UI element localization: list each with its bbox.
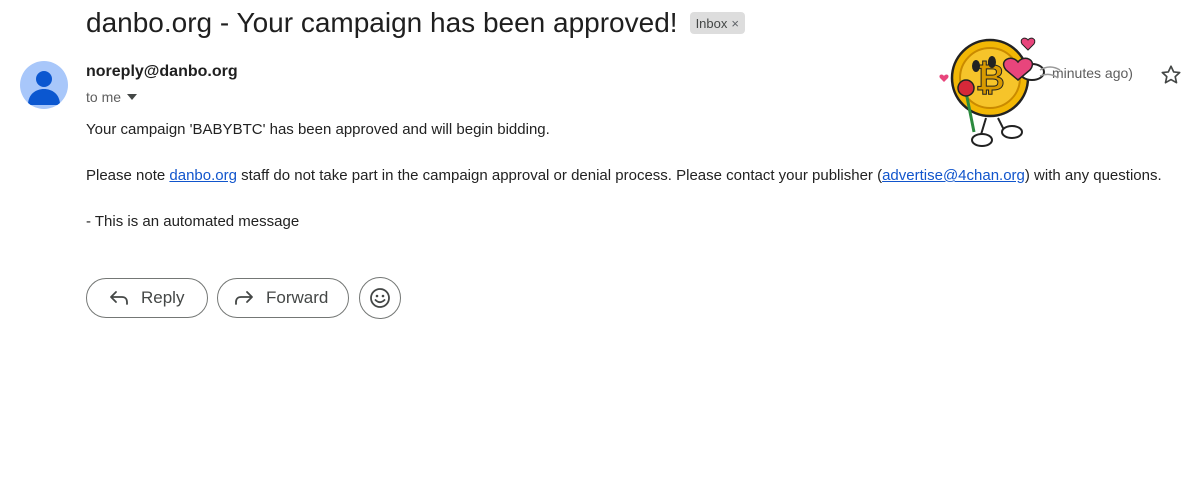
recipient-label: to me (86, 89, 122, 105)
reply-label: Reply (141, 288, 185, 307)
publisher-email-link[interactable]: advertise@4chan.org (882, 167, 1025, 184)
email-view: danbo.org - Your campaign has been appro… (0, 0, 1200, 503)
danbo-link[interactable]: danbo.org (169, 167, 237, 184)
emoji-reaction-button[interactable] (359, 277, 401, 319)
note-suffix: ) with any questions. (1024, 167, 1162, 184)
note-prefix: Please note (86, 167, 170, 184)
reply-arrow-icon (110, 291, 128, 305)
inbox-label-text: Inbox (695, 15, 728, 31)
body-line-note: Please note danbo.org staff do not take … (86, 167, 1162, 184)
inbox-label-chip[interactable]: Inbox × (689, 12, 745, 34)
forward-button[interactable]: Forward (217, 278, 349, 318)
body-line-approval: Your campaign 'BABYBTC' has been approve… (86, 121, 550, 138)
bitcoin-mascot-sticker: ₿ (939, 37, 1061, 147)
reply-button[interactable]: Reply (86, 278, 208, 318)
sender-avatar[interactable] (20, 61, 68, 109)
caret-down-icon[interactable] (127, 94, 138, 100)
recipient-row[interactable]: to me (86, 89, 138, 105)
body-line-automated: - This is an automated message (86, 213, 300, 230)
person-icon (28, 71, 60, 105)
remove-label-icon[interactable]: × (731, 16, 739, 31)
forward-arrow-icon (235, 291, 253, 305)
sender-address: noreply@danbo.org (86, 63, 238, 80)
note-middle: staff do not take part in the campaign a… (236, 167, 883, 184)
email-subject: danbo.org - Your campaign has been appro… (86, 7, 678, 38)
smiley-icon (370, 288, 390, 308)
star-icon[interactable] (1160, 64, 1182, 86)
forward-label: Forward (266, 288, 329, 307)
subject-row: danbo.org - Your campaign has been appro… (86, 4, 745, 42)
